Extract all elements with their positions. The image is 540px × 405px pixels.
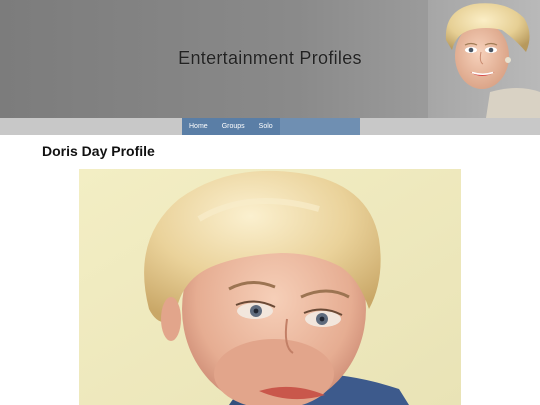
- nav-links: Home Groups Solo: [182, 118, 280, 135]
- site-header: Entertainment Profiles: [0, 0, 540, 118]
- page: Entertainment Profiles Home Groups Solo …: [0, 0, 540, 405]
- nav-link-home[interactable]: Home: [182, 118, 215, 135]
- nav-link-solo[interactable]: Solo: [252, 118, 280, 135]
- nav-link-groups[interactable]: Groups: [215, 118, 252, 135]
- header-portrait-image: [428, 0, 540, 118]
- page-title: Doris Day Profile: [42, 143, 155, 159]
- profile-portrait-image: [79, 169, 461, 405]
- navigation-bar: Home Groups Solo: [0, 118, 540, 135]
